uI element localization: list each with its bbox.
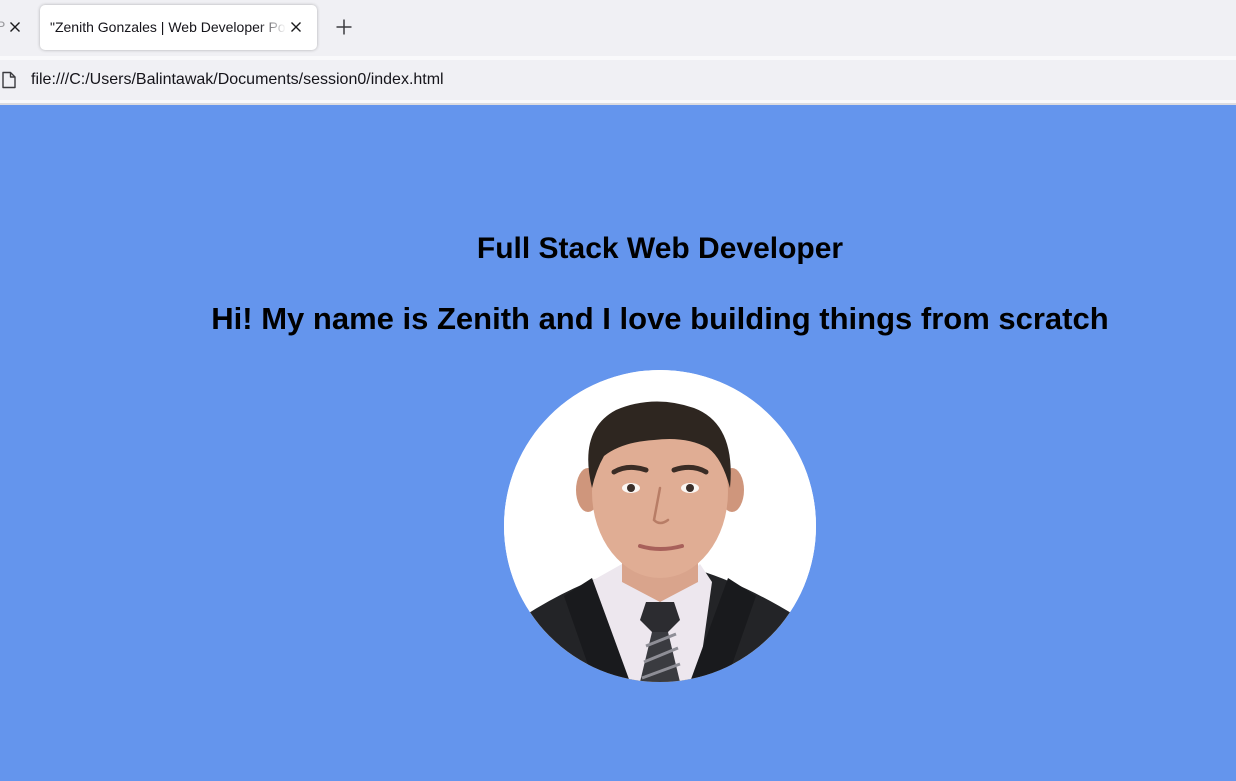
page-icon (2, 71, 16, 89)
tab-previous[interactable]: P (0, 10, 28, 46)
plus-icon (336, 19, 352, 35)
close-icon[interactable] (288, 19, 304, 35)
url-bar[interactable]: file:///C:/Users/Balintawak/Documents/se… (0, 60, 1236, 100)
close-icon[interactable] (7, 19, 23, 35)
tab-previous-title: P (0, 18, 6, 34)
tab-strip: P "Zenith Gonzales | Web Developer Portf… (0, 0, 1236, 56)
page-title: Full Stack Web Developer (476, 232, 844, 265)
profile-photo (504, 370, 816, 682)
page-content: Full Stack Web Developer Hi! My name is … (0, 105, 1236, 781)
url-text: file:///C:/Users/Balintawak/Documents/se… (31, 71, 444, 88)
page-subtitle: Hi! My name is Zenith and I love buildin… (211, 301, 1109, 336)
tab-title: "Zenith Gonzales | Web Developer Portfol… (50, 19, 286, 35)
tab-active[interactable]: "Zenith Gonzales | Web Developer Portfol… (40, 5, 317, 50)
new-tab-button[interactable] (331, 14, 357, 40)
navigation-bar: file:///C:/Users/Balintawak/Documents/se… (0, 56, 1236, 104)
